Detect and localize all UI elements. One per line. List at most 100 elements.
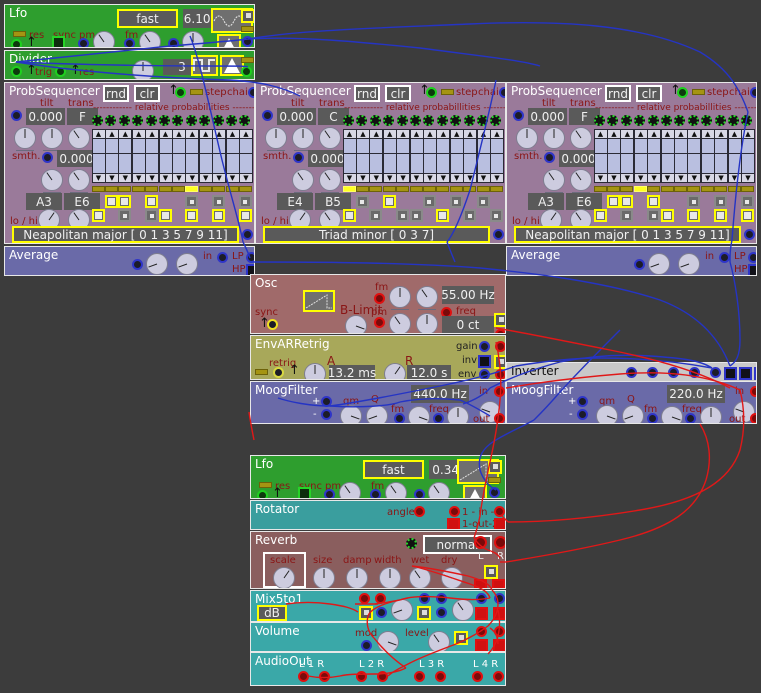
- seq-gate-button-top[interactable]: [740, 195, 754, 208]
- seq-prob-led[interactable]: [477, 115, 488, 126]
- seq-prob-slider[interactable]: ▲ ▼: [342, 129, 357, 183]
- module-average-2[interactable]: Average in LP HP: [506, 246, 757, 276]
- seq-slider-up-arrow-icon[interactable]: ▲: [397, 130, 410, 139]
- lfo-res-jack[interactable]: [257, 490, 268, 498]
- seq-prob-led[interactable]: [687, 115, 699, 126]
- module-lfo-1[interactable]: Lfo fast 6.100 Hz res sync ↑ pm fm: [4, 4, 255, 48]
- mixer-db-button[interactable]: dB: [257, 605, 287, 621]
- seq-gate-button-bottom[interactable]: [91, 209, 105, 222]
- mixer-out-jack-2[interactable]: [494, 593, 505, 604]
- seq-slider-up-arrow-icon[interactable]: ▲: [594, 130, 607, 139]
- seq-prob-led[interactable]: [661, 115, 672, 126]
- module-divider[interactable]: Divider ↑ trig ↑ res 3: [4, 50, 255, 80]
- mixer-in-jack-1[interactable]: [359, 593, 370, 604]
- moog-fm-knob[interactable]: [408, 406, 430, 423]
- seq-prob-led[interactable]: [226, 115, 237, 126]
- seq-slider-up-arrow-icon[interactable]: ▲: [105, 130, 118, 139]
- seq-gate-button-bottom[interactable]: [396, 209, 410, 222]
- seq-gate-button-top[interactable]: [238, 195, 252, 208]
- seq-gate-button-bottom[interactable]: [145, 209, 159, 222]
- lfo-amount-knob[interactable]: [182, 31, 204, 47]
- lfo-pm-knob[interactable]: [93, 31, 115, 47]
- moog-out-jack[interactable]: [750, 413, 756, 423]
- seq-gate-button-bottom[interactable]: [740, 209, 754, 222]
- seq-prob-slider[interactable]: ▲ ▼: [687, 129, 702, 183]
- seq-prob-slider[interactable]: ▲ ▼: [225, 129, 240, 183]
- moog-qm-knob[interactable]: [340, 405, 362, 423]
- seq-prob-led[interactable]: [463, 115, 475, 126]
- seq-lo-note[interactable]: A3: [528, 193, 564, 210]
- seq-slider-down-arrow-icon[interactable]: ▼: [621, 173, 634, 182]
- seq-slider-down-arrow-icon[interactable]: ▼: [119, 173, 132, 182]
- seq-gate-button-bottom[interactable]: [620, 209, 634, 222]
- seq-gate-button-top[interactable]: [620, 195, 634, 208]
- seq-gate-button-top[interactable]: [422, 195, 436, 208]
- seq-tilt-mod-jack[interactable]: [262, 110, 273, 121]
- seq-slider-up-arrow-icon[interactable]: ▲: [410, 130, 423, 139]
- rotator-angle-jack[interactable]: [414, 506, 425, 517]
- seq-tilt-value[interactable]: 0.000: [26, 108, 65, 125]
- audioout-jack-r4[interactable]: [493, 671, 504, 682]
- seq-prob-slider[interactable]: ▲ ▼: [593, 129, 608, 183]
- moog-freq-jack[interactable]: [685, 413, 696, 423]
- audioout-jack-l1[interactable]: [298, 671, 309, 682]
- seq-prob-led[interactable]: [594, 115, 605, 126]
- seq-slider-down-arrow-icon[interactable]: ▼: [199, 173, 212, 182]
- reverb-out-button-r[interactable]: [492, 579, 505, 588]
- seq-tilt-value[interactable]: 0.000: [277, 108, 316, 125]
- reverb-dry-knob[interactable]: [441, 567, 463, 588]
- seq-knob-1[interactable]: [14, 127, 36, 151]
- seq-slider-up-arrow-icon[interactable]: ▲: [423, 130, 436, 139]
- mixer-knob-2[interactable]: [452, 599, 474, 621]
- seq-gate-button-bottom[interactable]: [118, 209, 132, 222]
- seq-scale-jack[interactable]: [744, 229, 755, 240]
- seq-slider-down-arrow-icon[interactable]: ▼: [159, 173, 172, 182]
- seq-prob-led[interactable]: [185, 115, 197, 126]
- seq-slider-up-arrow-icon[interactable]: ▲: [186, 130, 199, 139]
- seq-slider-down-arrow-icon[interactable]: ▼: [239, 173, 252, 182]
- seq-prob-led[interactable]: [741, 115, 753, 126]
- seq-slider-up-arrow-icon[interactable]: ▲: [370, 130, 383, 139]
- reverb-width-knob[interactable]: [379, 567, 401, 588]
- seq-smth-knob-a[interactable]: [292, 169, 314, 193]
- seq-tilt-mod-jack[interactable]: [513, 110, 524, 121]
- moog-in-jack[interactable]: [750, 386, 756, 397]
- module-audioout[interactable]: AudioOut L 1 R L 2 R L 3 R L 4 R: [250, 652, 506, 686]
- moog-minus-jack[interactable]: [577, 409, 588, 420]
- seq-gate-button-top[interactable]: [212, 195, 226, 208]
- module-reverb[interactable]: Reverb normal L R scale size damp width …: [250, 531, 506, 589]
- moog-qm-knob[interactable]: [596, 405, 618, 423]
- moog-fm-jack[interactable]: [647, 413, 658, 423]
- seq-gate-button-bottom[interactable]: [185, 209, 199, 222]
- seq-slider-down-arrow-icon[interactable]: ▼: [226, 173, 239, 182]
- seq-step-jack[interactable]: [426, 87, 437, 98]
- seq-prob-slider[interactable]: ▲ ▼: [91, 129, 106, 183]
- seq-knob-3[interactable]: [570, 127, 592, 151]
- seq-prob-slider[interactable]: ▲ ▼: [476, 129, 491, 183]
- module-inverter[interactable]: Inverter: [506, 362, 757, 383]
- module-probsequencer-2[interactable]: ProbSequencer rnd clr ↑ step chain tilt …: [255, 82, 506, 244]
- seq-gate-button-bottom[interactable]: [369, 209, 383, 222]
- seq-prob-slider[interactable]: ▲ ▼: [633, 129, 648, 183]
- lfo-fm-knob[interactable]: [385, 482, 407, 498]
- seq-prob-led[interactable]: [105, 115, 117, 126]
- env-inv-button[interactable]: [478, 355, 491, 368]
- seq-prob-led[interactable]: [714, 115, 726, 126]
- seq-scale-jack[interactable]: [493, 229, 504, 240]
- module-osc[interactable]: Osc sync ↑ B-Limit fm 55.00 Hz pm freq 0…: [250, 274, 506, 334]
- moog-plus-jack[interactable]: [577, 396, 588, 407]
- seq-prob-led[interactable]: [172, 115, 184, 126]
- seq-slider-up-arrow-icon[interactable]: ▲: [634, 130, 647, 139]
- average-mod-jack[interactable]: [132, 259, 143, 270]
- seq-prob-led[interactable]: [369, 115, 381, 126]
- osc-pm-jack[interactable]: [374, 317, 385, 328]
- lfo-output-jack[interactable]: [489, 487, 500, 498]
- osc-shape-display[interactable]: [303, 290, 335, 312]
- reverb-out-button-l[interactable]: [474, 579, 487, 588]
- seq-prob-led[interactable]: [450, 115, 462, 126]
- moog-freq-knob[interactable]: [700, 406, 722, 423]
- seq-knob-2[interactable]: [41, 127, 63, 151]
- seq-slider-up-arrow-icon[interactable]: ▲: [450, 130, 463, 139]
- seq-prob-led[interactable]: [159, 115, 170, 126]
- seq-slider-up-arrow-icon[interactable]: ▲: [607, 130, 620, 139]
